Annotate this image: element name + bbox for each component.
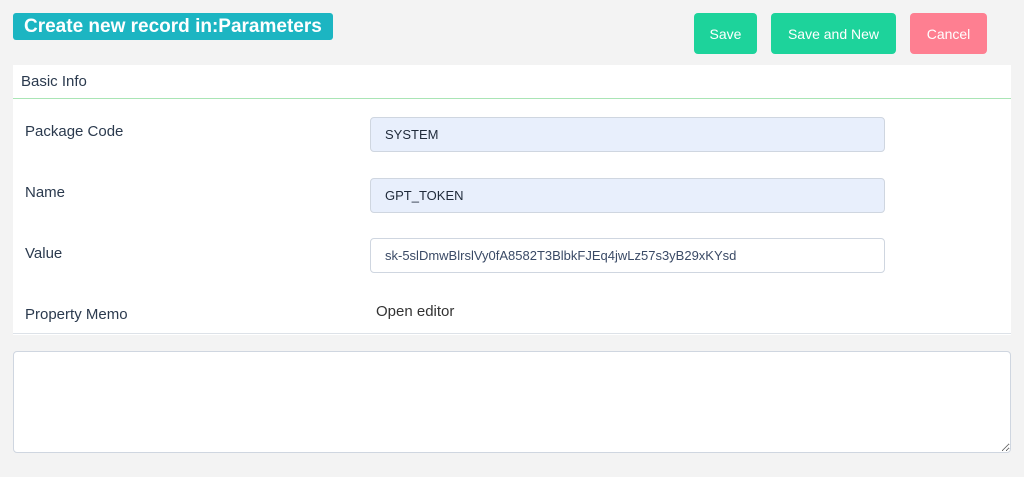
property-memo-label: Property Memo	[25, 306, 128, 323]
name-label: Name	[25, 184, 66, 201]
open-editor-link[interactable]: Open editor	[376, 303, 454, 320]
name-input[interactable]	[370, 178, 885, 213]
value-label: Value	[25, 245, 63, 262]
section-title: Basic Info	[13, 65, 1011, 99]
package-code-label: Package Code	[25, 123, 124, 140]
cancel-button[interactable]: Cancel	[910, 13, 987, 54]
panel-divider	[13, 333, 1011, 334]
property-memo-textarea[interactable]	[13, 351, 1011, 453]
page-title: Create new record in:Parameters	[13, 13, 333, 40]
package-code-input[interactable]	[370, 117, 885, 152]
save-and-new-button[interactable]: Save and New	[771, 13, 896, 54]
basic-info-panel: Basic Info Package Code Name Value Prope…	[13, 65, 1011, 335]
save-button[interactable]: Save	[694, 13, 757, 54]
value-input[interactable]	[370, 238, 885, 273]
